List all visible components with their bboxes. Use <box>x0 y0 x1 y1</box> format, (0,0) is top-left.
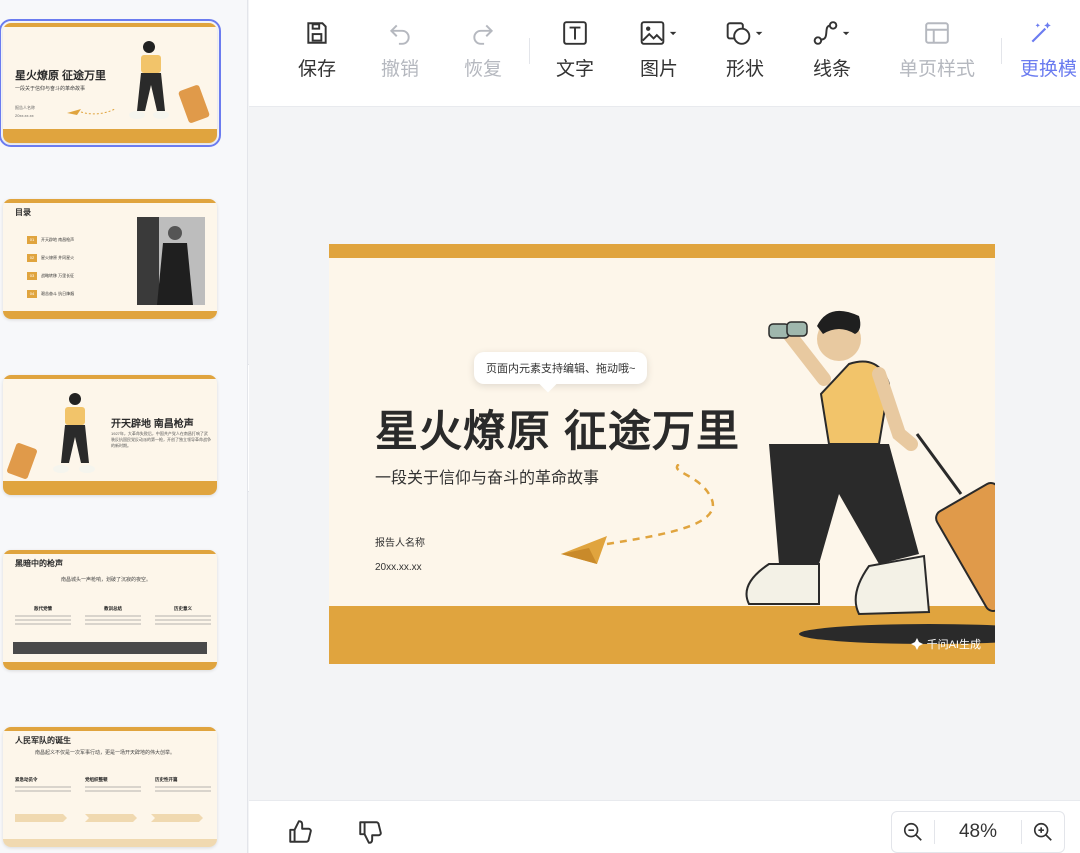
current-slide[interactable]: 星火燎原 征途万里 一段关于信仰与奋斗的革命故事 报告人名称 20xx.xx.x… <box>329 244 995 664</box>
shape-icon <box>726 22 763 45</box>
thumb-bottom-bar <box>3 839 217 847</box>
line-icon <box>813 21 850 45</box>
undo-button[interactable]: 撤销 <box>360 18 440 81</box>
shape-button[interactable]: 形状 <box>705 18 785 81</box>
slide-top-bar <box>329 244 995 258</box>
text-label: 文字 <box>555 59 594 80</box>
zoom-level: 48% <box>934 820 1022 844</box>
zoom-in-button[interactable] <box>1022 812 1064 852</box>
thumbs-down-icon[interactable] <box>357 819 383 845</box>
toc-item: 03 战略转移 万里长征 <box>27 271 74 280</box>
thumb-date: 20xx.xx.xx <box>15 113 34 118</box>
thumb-title: 开天辟地 南昌枪声 <box>111 419 194 430</box>
slide-thumbnail-panel: 星火燎原 征途万里 一段关于信仰与奋斗的革命故事 报告人名称 20xx.xx.x… <box>0 0 248 853</box>
shape-label: 形状 <box>725 59 764 80</box>
thumb-title: 人民军队的诞生 <box>15 736 71 745</box>
zoom-out-button[interactable] <box>892 812 934 852</box>
slide-thumbnail-1[interactable]: 星火燎原 征途万里 一段关于信仰与奋斗的革命故事 报告人名称 20xx.xx.x… <box>0 19 221 147</box>
thumb-columns: 紧急动员令 党组织整顿 历史性开篇 <box>15 777 211 794</box>
image-icon <box>640 21 677 45</box>
thumb-subtitle: 南昌起义不仅是一次军事行动，更是一场开天辟地的伟大创举。 <box>35 750 176 756</box>
line-label: 线条 <box>812 59 851 80</box>
traveler-illustration <box>7 393 95 479</box>
paper-plane-icon <box>561 464 715 564</box>
thumb-top-bar <box>3 23 217 27</box>
change-template-label: 更换模 <box>1020 59 1078 80</box>
toc-item: 04 艰苦奋斗 抗日烽烟 <box>27 289 74 298</box>
slide-thumbnail-5[interactable]: 人民军队的诞生 南昌起义不仅是一次军事行动，更是一场开天辟地的伟大创举。 紧急动… <box>3 727 217 847</box>
traveler-illustration <box>129 41 210 123</box>
text-icon <box>563 21 587 45</box>
thumbs-up-icon[interactable] <box>287 819 313 845</box>
save-icon <box>307 22 327 44</box>
redo-label: 恢复 <box>463 59 502 80</box>
slide-thumbnail-2[interactable]: 目录 01 开天辟地 南昌枪声 02 星火燎原 井冈星火 03 战略转移 万里长征 0… <box>3 199 217 319</box>
redo-button[interactable]: 恢复 <box>443 18 523 81</box>
save-button[interactable]: 保存 <box>277 18 357 81</box>
thumb-reporter: 报告人名称 <box>15 105 35 110</box>
toc-item: 02 星火燎原 井冈星火 <box>27 253 74 262</box>
edit-hint-tooltip: 页面内元素支持编辑、拖动哦~ <box>474 352 648 384</box>
thumb-top-bar <box>3 727 217 731</box>
slide-thumbnail-4[interactable]: 黑暗中的枪声 南昌城头一声枪响，划破了沉寂的夜空。 敌代党情 教训总结 历史意义 <box>3 550 217 670</box>
ai-watermark: 千问AI生成 <box>910 636 981 652</box>
slide-thumbnail-3[interactable]: 开天辟地 南昌枪声 1927年，大革命失败后，中国共产党人在南昌打响了武装反抗国… <box>3 375 217 495</box>
undo-label: 撤销 <box>380 59 419 80</box>
slide-title[interactable]: 星火燎原 征途万里 <box>375 397 740 459</box>
thumb-dark-band <box>13 642 207 654</box>
traveler-illustration <box>745 310 995 644</box>
zoom-out-icon <box>903 822 922 841</box>
thumb-title: 目录 <box>15 208 31 217</box>
thumb-subtitle: 一段关于信仰与奋斗的革命故事 <box>15 86 86 92</box>
slide-date[interactable]: 20xx.xx.xx <box>375 562 422 573</box>
thumb-top-bar <box>3 199 217 203</box>
image-label: 图片 <box>639 59 678 80</box>
portrait-photo <box>137 217 205 305</box>
zoom-control: 48% <box>891 811 1065 853</box>
page-style-button[interactable]: 单页样式 <box>895 18 979 81</box>
page-style-label: 单页样式 <box>898 59 975 80</box>
thumb-bottom-bar <box>3 662 217 670</box>
image-button[interactable]: 图片 <box>619 18 699 81</box>
thumb-bottom-bar <box>3 311 217 319</box>
thumb-top-bar <box>3 550 217 554</box>
thumb-columns: 敌代党情 教训总结 历史意义 <box>15 606 211 627</box>
toolbar-divider <box>529 38 530 64</box>
toc-item: 01 开天辟地 南昌枪声 <box>27 235 74 244</box>
paper-plane-icon <box>67 108 116 115</box>
thumb-top-bar <box>3 375 217 379</box>
editor-canvas: 星火燎原 征途万里 一段关于信仰与奋斗的革命故事 报告人名称 20xx.xx.x… <box>249 107 1080 800</box>
bottom-bar: 48% <box>249 800 1080 853</box>
ai-logo-icon <box>910 638 923 650</box>
thumb-body: 1927年，大革命失败后，中国共产党人在南昌打响了武装反抗国民党反动派的第一枪，… <box>111 431 211 448</box>
slide-reporter[interactable]: 报告人名称 <box>375 534 425 549</box>
toolbar-divider <box>1001 38 1002 64</box>
text-button[interactable]: 文字 <box>535 18 615 81</box>
thumb-arrows <box>15 814 203 822</box>
page-style-icon <box>925 22 949 44</box>
undo-icon <box>389 24 410 45</box>
magic-wand-icon <box>1031 22 1051 43</box>
redo-icon <box>473 24 494 45</box>
change-template-button[interactable]: 更换模 <box>1020 18 1080 81</box>
save-label: 保存 <box>297 59 336 80</box>
thumb-title: 星火燎原 征途万里 <box>15 70 107 82</box>
zoom-in-icon <box>1033 822 1052 841</box>
line-button[interactable]: 线条 <box>792 18 872 81</box>
thumb-bottom-bar <box>3 481 217 495</box>
toolbar: 保存 撤销 恢复 文字 图片 形状 线条 单页样式 更换模 <box>249 0 1080 107</box>
thumb-title: 黑暗中的枪声 <box>15 559 63 568</box>
thumb-subtitle: 南昌城头一声枪响，划破了沉寂的夜空。 <box>61 577 152 583</box>
thumb-bottom-bar <box>3 129 217 143</box>
